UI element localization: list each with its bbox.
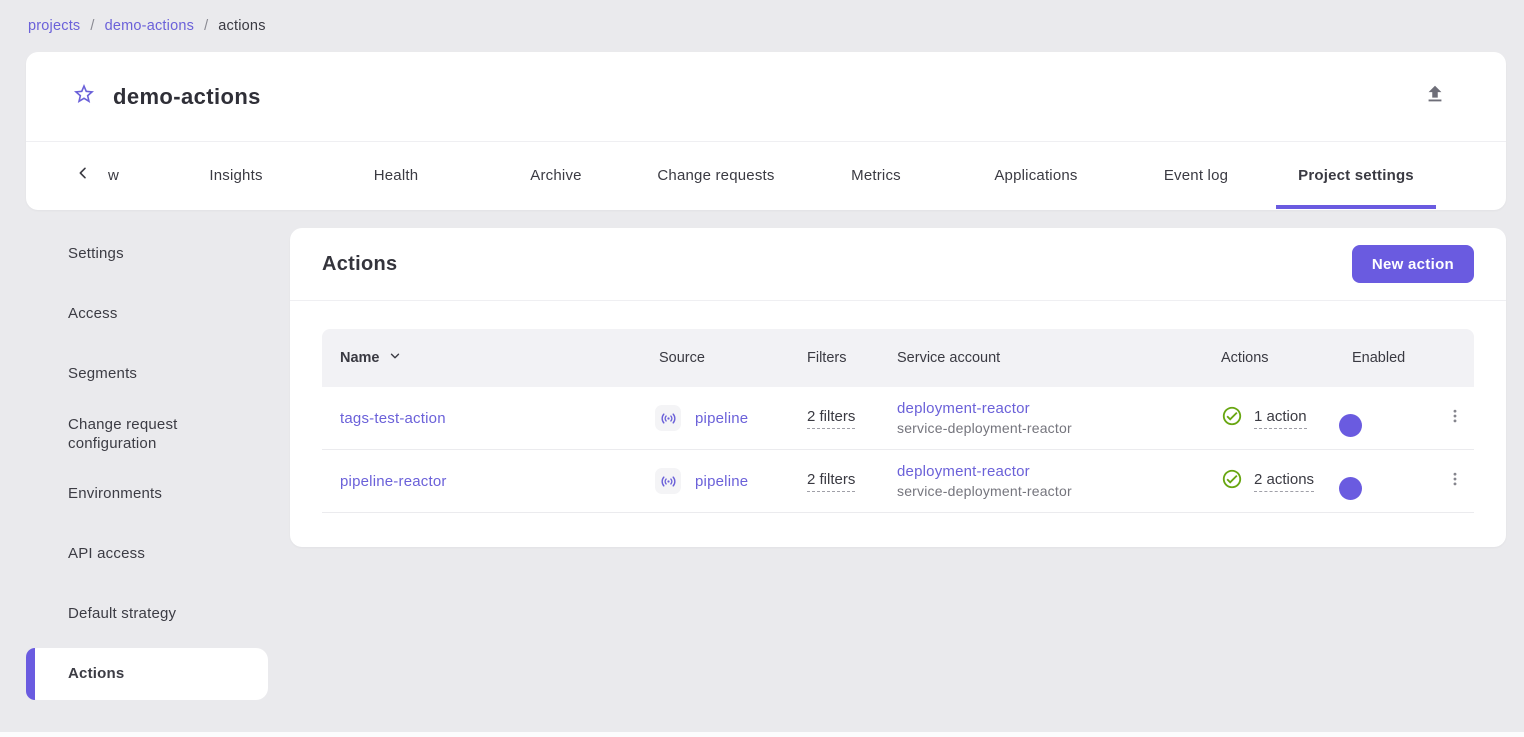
sidebar-item-label: Environments [68,484,162,503]
favorite-star-button[interactable] [70,83,98,111]
sidebar-item-label: Change request configuration [68,415,254,453]
service-account-link[interactable]: deployment-reactor [897,463,1205,480]
actions-count[interactable]: 2 actions [1254,471,1314,492]
toggle-knob [1339,477,1362,500]
filters-count[interactable]: 2 filters [807,471,855,492]
breadcrumb-separator: / [204,18,208,34]
sidebar-item-label: API access [68,544,145,563]
sidebar-item-label: Settings [68,244,124,263]
column-header-source: Source [645,350,795,366]
tab-insights[interactable]: Insights [156,142,316,209]
sidebar-item-actions[interactable]: Actions [26,648,268,700]
upload-icon [1424,83,1446,110]
action-name-link[interactable]: pipeline-reactor [340,473,447,490]
row-menu-button[interactable] [1441,404,1469,432]
page-title: demo-actions [113,84,261,110]
table-row: tags-test-action pipeline 2 filters depl… [322,387,1474,450]
table-header-row: Name Source Filters Service account Acti… [322,329,1474,387]
column-header-enabled: Enabled [1335,350,1435,366]
source-link[interactable]: pipeline [695,473,748,490]
sidebar-item-settings[interactable]: Settings [26,228,268,280]
sidebar-item-access[interactable]: Access [26,288,268,340]
tab-event-log[interactable]: Event log [1116,142,1276,209]
panel-title: Actions [322,253,397,276]
service-account-subtitle: service-deployment-reactor [897,420,1205,436]
project-header: demo-actions [26,52,1506,142]
bottom-edge [0,732,1524,737]
column-header-label: Name [340,350,380,366]
sidebar-item-environments[interactable]: Environments [26,468,268,520]
tab-overview-clipped[interactable]: w [96,142,138,209]
tab-change-requests[interactable]: Change requests [636,142,796,209]
breadcrumb-separator: / [90,18,94,34]
tab-applications[interactable]: Applications [956,142,1116,209]
star-icon [72,82,96,111]
tab-metrics[interactable]: Metrics [796,142,956,209]
sort-desc-icon [388,349,402,367]
export-button[interactable] [1420,82,1450,112]
actions-panel: Actions New action Name Source Filters S… [290,228,1506,547]
tab-archive[interactable]: Archive [476,142,636,209]
action-name-link[interactable]: tags-test-action [340,410,446,427]
breadcrumb-projects[interactable]: projects [28,18,80,34]
tab-project-settings[interactable]: Project settings [1276,142,1436,209]
column-header-name[interactable]: Name [322,349,645,367]
settings-sidebar: Settings Access Segments Change request … [26,228,268,708]
row-menu-button[interactable] [1441,467,1469,495]
check-circle-icon [1221,468,1243,494]
sidebar-item-label: Access [68,304,118,323]
signal-icon [655,468,681,494]
sidebar-item-default-strategy[interactable]: Default strategy [26,588,268,640]
check-circle-icon [1221,405,1243,431]
table-row: pipeline-reactor pipeline 2 filters depl… [322,450,1474,513]
sidebar-item-label: Segments [68,364,137,383]
actions-panel-header: Actions New action [290,228,1506,301]
tabs-scroll-left-button[interactable] [70,142,96,209]
kebab-menu-icon [1446,407,1464,429]
project-tabs: w Insights Health Archive Change request… [26,142,1506,209]
sidebar-item-label: Actions [68,664,124,683]
chevron-left-icon [75,165,91,186]
actions-count[interactable]: 1 action [1254,408,1307,429]
sidebar-item-label: Default strategy [68,604,176,623]
kebab-menu-icon [1446,470,1464,492]
sidebar-item-segments[interactable]: Segments [26,348,268,400]
sidebar-item-change-request-configuration[interactable]: Change request configuration [26,408,268,460]
project-card: demo-actions w Insights Health Archive C… [26,52,1506,210]
toggle-knob [1339,414,1362,437]
signal-icon [655,405,681,431]
service-account-subtitle: service-deployment-reactor [897,483,1205,499]
filters-count[interactable]: 2 filters [807,408,855,429]
breadcrumb-current: actions [218,18,265,34]
sidebar-item-api-access[interactable]: API access [26,528,268,580]
column-header-filters: Filters [795,350,875,366]
source-link[interactable]: pipeline [695,410,748,427]
new-action-button[interactable]: New action [1352,245,1474,283]
service-account-link[interactable]: deployment-reactor [897,400,1205,417]
column-header-actions: Actions [1205,350,1335,366]
breadcrumb: projects / demo-actions / actions [28,18,266,34]
actions-table: Name Source Filters Service account Acti… [322,329,1474,513]
column-header-service-account: Service account [875,350,1205,366]
breadcrumb-project[interactable]: demo-actions [105,18,194,34]
tab-health[interactable]: Health [316,142,476,209]
